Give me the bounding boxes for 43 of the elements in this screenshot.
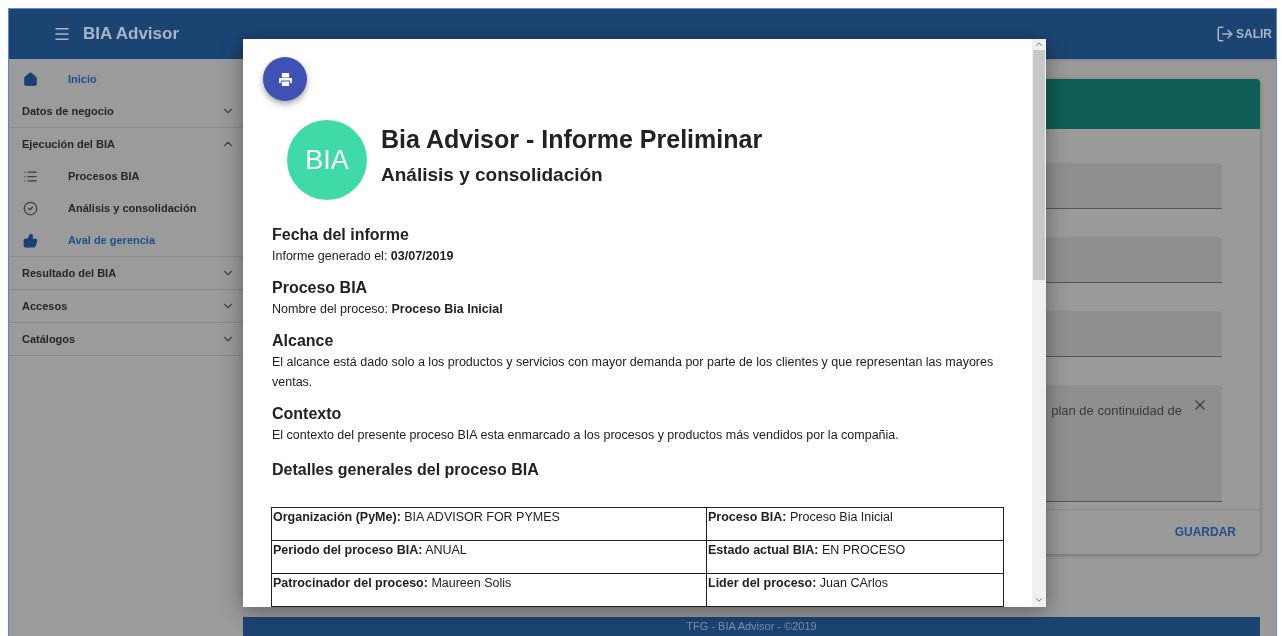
save-button[interactable]: GUARDAR bbox=[1166, 519, 1244, 545]
thumbs-up-icon bbox=[23, 232, 38, 248]
menu-icon[interactable] bbox=[53, 25, 71, 43]
table-cell: Organización (PyMe): BIA ADVISOR FOR PYMES bbox=[271, 507, 707, 541]
logout-button[interactable]: SALIR bbox=[1216, 25, 1272, 43]
report-title: Bia Advisor - Informe Preliminar bbox=[381, 124, 763, 155]
app-title: BIA Advisor bbox=[83, 23, 180, 46]
section-text: Informe generado el: 03/07/2019 bbox=[272, 248, 455, 265]
section-heading: Fecha del informe bbox=[272, 225, 410, 245]
sidebar-item[interactable]: Inicio bbox=[68, 70, 97, 88]
report-subtitle: Análisis y consolidación bbox=[381, 162, 604, 187]
scrollbar[interactable] bbox=[1032, 39, 1046, 607]
logo: BIA bbox=[287, 120, 367, 200]
table-cell: Proceso BIA: Proceso Bia Inicial bbox=[706, 507, 1004, 541]
table-cell: Patrocinador del proceso: Maureen Solis bbox=[271, 573, 707, 607]
footer-text: TFG - BIA Advisor - ©2019 bbox=[686, 619, 817, 635]
section-text: El contexto del presente proceso BIA esta enmarcado a los procesos y productos más vendidos por la compañia. bbox=[272, 427, 900, 444]
sidebar-item[interactable]: Procesos BIA bbox=[68, 167, 140, 185]
sidebar-group[interactable]: Ejecución del BIA bbox=[22, 135, 115, 153]
sidebar-group[interactable]: Resultado del BIA bbox=[22, 264, 117, 282]
scroll-down-icon[interactable] bbox=[1034, 595, 1044, 605]
list-icon bbox=[23, 168, 38, 184]
print-icon bbox=[276, 70, 294, 88]
print-button[interactable] bbox=[263, 57, 307, 101]
section-heading: Proceso BIA bbox=[272, 278, 369, 298]
sidebar-item[interactable]: Aval de gerencia bbox=[68, 231, 156, 249]
section-text: Nombre del proceso: Proceso Bia Inicial bbox=[272, 301, 504, 318]
textarea-text: plan de continuidad de bbox=[1051, 402, 1182, 420]
section-text: El alcance está dado solo a los productos y servicios con mayor demanda por parte de los clientes y que representan las mayores ventas. bbox=[272, 354, 995, 391]
sidebar-group[interactable]: Accesos bbox=[22, 297, 68, 315]
sidebar-group[interactable]: Datos de negocio bbox=[22, 102, 114, 120]
sidebar-group[interactable]: Catálogos bbox=[22, 330, 76, 348]
scroll-up-icon[interactable] bbox=[1034, 39, 1044, 49]
table-cell: Lider del proceso: Juan CArlos bbox=[706, 573, 1004, 607]
sidebar-item[interactable]: Análisis y consolidación bbox=[68, 199, 197, 217]
home-icon bbox=[23, 71, 38, 87]
logout-icon bbox=[1216, 25, 1234, 43]
table-cell: Estado actual BIA: EN PROCESO bbox=[706, 540, 1004, 574]
table-cell: Periodo del proceso BIA: ANUAL bbox=[271, 540, 707, 574]
section-heading: Contexto bbox=[272, 404, 343, 424]
check-circle-icon bbox=[23, 200, 38, 216]
section-heading: Detalles generales del proceso BIA bbox=[272, 460, 540, 480]
section-heading: Alcance bbox=[272, 331, 335, 351]
